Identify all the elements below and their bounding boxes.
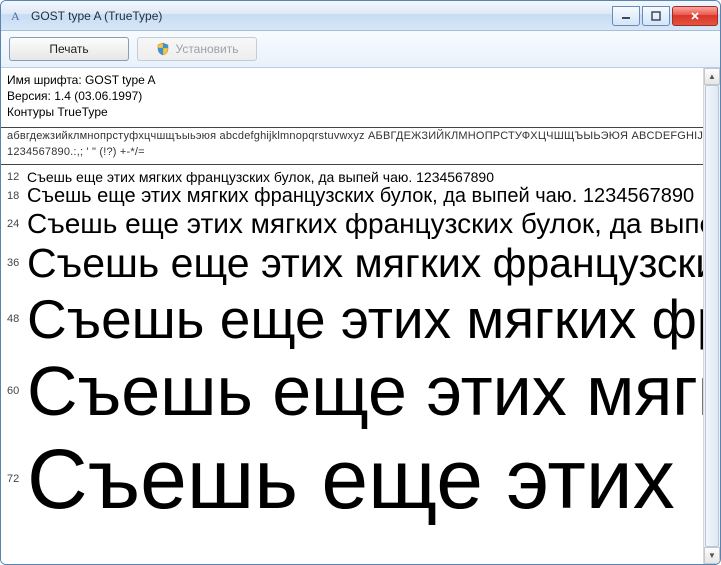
window-title: GOST type A (TrueType) — [31, 9, 610, 23]
glyph-symbols-line: 1234567890.:,; ' " (!?) +-*/= — [1, 144, 703, 160]
shield-icon — [156, 42, 170, 56]
sample-row: 72Съешь еще этих мягких французских було… — [1, 431, 703, 528]
sample-size-label: 72 — [7, 473, 27, 485]
install-button-label: Установить — [176, 42, 239, 56]
svg-text:A: A — [11, 9, 20, 23]
sample-list: 12Съешь еще этих мягких французских було… — [1, 165, 703, 528]
sample-size-label: 60 — [7, 385, 27, 397]
font-viewer-window: A GOST type A (TrueType) Печать — [0, 0, 721, 565]
sample-row: 24Съешь еще этих мягких французских було… — [1, 208, 703, 240]
sample-row: 36Съешь еще этих мягких французских було… — [1, 240, 703, 287]
content-area: Имя шрифта: GOST type A Версия: 1.4 (03.… — [1, 68, 720, 564]
font-version-line: Версия: 1.4 (03.06.1997) — [7, 88, 697, 104]
sample-row: 12Съешь еще этих мягких французских було… — [1, 169, 703, 185]
titlebar[interactable]: A GOST type A (TrueType) — [1, 1, 720, 31]
sample-text: Съешь еще этих мягких французских булок,… — [27, 185, 694, 208]
sample-row: 18Съешь еще этих мягких французских було… — [1, 185, 703, 208]
print-button[interactable]: Печать — [9, 37, 129, 61]
glyph-alphabet-line: абвгдежзийклмнопрстуфхцчшщъыьэюя abcdefg… — [1, 128, 703, 144]
minimize-button[interactable] — [612, 6, 640, 26]
sample-text: Съешь еще этих мягких французских булок,… — [27, 431, 703, 528]
sample-text: Съешь еще этих мягких французских булок,… — [27, 287, 703, 351]
maximize-button[interactable] — [642, 6, 670, 26]
font-outlines-line: Контуры TrueType — [7, 104, 697, 120]
sample-text: Съешь еще этих мягких французских булок,… — [27, 240, 703, 287]
sample-size-label: 36 — [7, 257, 27, 269]
toolbar: Печать Установить — [1, 31, 720, 68]
font-name-line: Имя шрифта: GOST type A — [7, 72, 697, 88]
print-button-label: Печать — [49, 42, 88, 56]
scroll-track[interactable] — [704, 85, 720, 547]
sample-size-label: 48 — [7, 313, 27, 325]
font-icon: A — [9, 8, 25, 24]
sample-text: Съешь еще этих мягких французских булок,… — [27, 169, 494, 185]
sample-size-label: 18 — [7, 190, 27, 202]
vertical-scrollbar[interactable]: ▲ ▼ — [703, 68, 720, 564]
close-button[interactable] — [672, 6, 718, 26]
sample-size-label: 24 — [7, 218, 27, 230]
sample-text: Съешь еще этих мягких французских булок,… — [27, 208, 703, 240]
scroll-up-button[interactable]: ▲ — [704, 68, 720, 85]
window-controls — [610, 6, 718, 26]
sample-text: Съешь еще этих мягких французских булок,… — [27, 351, 703, 431]
sample-row: 60Съешь еще этих мягких французских було… — [1, 351, 703, 431]
install-button: Установить — [137, 37, 257, 61]
scroll-down-button[interactable]: ▼ — [704, 547, 720, 564]
sample-row: 48Съешь еще этих мягких французских було… — [1, 287, 703, 351]
scroll-thumb[interactable] — [705, 85, 719, 547]
font-metadata: Имя шрифта: GOST type A Версия: 1.4 (03.… — [1, 68, 703, 123]
sample-size-label: 12 — [7, 171, 27, 183]
